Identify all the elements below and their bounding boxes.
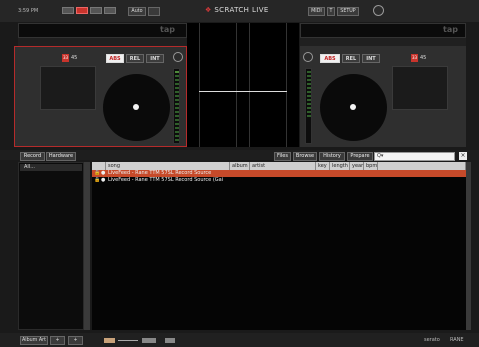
lock-icon: 🔒: [94, 177, 101, 183]
list-view-icon[interactable]: [165, 338, 175, 343]
left-deck-number: 33: [62, 54, 69, 62]
zoom-slider[interactable]: [118, 340, 138, 341]
crate-sidebar: All...: [18, 162, 84, 330]
col-empty: [378, 162, 466, 170]
col-bpm[interactable]: bpm: [364, 162, 378, 170]
status-dot-icon: ●: [101, 170, 106, 176]
lock-icon: 🔒: [94, 170, 101, 176]
waveform-panel: [187, 23, 299, 147]
right-tap-label[interactable]: tap: [443, 25, 458, 34]
zoom-icon[interactable]: [104, 338, 115, 343]
midi-button[interactable]: MIDI: [308, 7, 325, 16]
t-button[interactable]: T: [327, 7, 335, 16]
col-song[interactable]: song: [106, 162, 230, 170]
col-length[interactable]: length: [330, 162, 350, 170]
view-mode-icon[interactable]: [142, 338, 156, 343]
table-row[interactable]: 🔒 ● LiveFeed - Rane TTM 57SL Record Sour…: [92, 177, 466, 184]
left-gain-knob[interactable]: [173, 52, 183, 62]
right-cue-panel: [392, 66, 448, 110]
left-bpm: 45: [71, 55, 78, 61]
close-icon[interactable]: ×: [459, 152, 467, 160]
left-tap-label[interactable]: tap: [160, 25, 175, 34]
center-line: [199, 91, 287, 92]
sidebar-scrollbar[interactable]: [84, 162, 90, 330]
add-subcrate-button[interactable]: +: [68, 336, 83, 345]
col-key[interactable]: key: [316, 162, 330, 170]
status-dot-icon: ●: [101, 177, 106, 183]
left-overview: [18, 38, 187, 46]
view-button-3[interactable]: [90, 7, 102, 14]
logo-suffix: LIVE: [251, 6, 269, 14]
browse-tab[interactable]: Browse: [293, 152, 317, 161]
serato-logo: serato: [424, 337, 440, 343]
col-artist[interactable]: artist: [250, 162, 316, 170]
album-art-button[interactable]: Album Art: [20, 336, 48, 345]
right-gain-knob[interactable]: [303, 52, 313, 62]
right-bpm: 45: [420, 55, 427, 61]
view-button-4[interactable]: [104, 7, 116, 14]
auto-options-button[interactable]: [148, 7, 160, 16]
add-crate-button[interactable]: +: [50, 336, 65, 345]
hardware-tab[interactable]: Hardware: [46, 152, 76, 161]
view-button-1[interactable]: [62, 7, 74, 14]
table-scrollbar[interactable]: [466, 162, 471, 330]
col-album[interactable]: album: [230, 162, 250, 170]
setup-button[interactable]: SETUP: [337, 7, 359, 16]
view-button-2[interactable]: [76, 7, 88, 14]
row-song: LiveFeed - Rane TTM 57SL Record Source: [108, 170, 212, 176]
col-status[interactable]: [92, 162, 106, 170]
left-cue-panel: [40, 66, 96, 110]
files-tab[interactable]: Files: [274, 152, 291, 161]
crate-all[interactable]: All...: [20, 164, 82, 171]
rane-logo: RANE: [450, 337, 464, 343]
right-deck-number: 33: [411, 54, 418, 62]
right-level-meter: [305, 68, 312, 144]
left-level-meter: [173, 68, 180, 144]
auto-button[interactable]: Auto: [128, 7, 146, 16]
prepare-tab[interactable]: Prepare: [347, 152, 373, 161]
table-row[interactable]: 🔒 ● LiveFeed - Rane TTM 57SL Record Sour…: [92, 170, 466, 177]
history-tab[interactable]: History: [319, 152, 345, 161]
right-abs-button[interactable]: ABS: [320, 54, 340, 63]
left-abs-button[interactable]: ABS: [106, 54, 124, 63]
left-platter-marker: [133, 104, 139, 110]
right-waveform-strip: [300, 23, 466, 38]
right-rel-button[interactable]: REL: [342, 54, 360, 63]
right-platter-marker: [350, 104, 356, 110]
left-int-button[interactable]: INT: [146, 54, 164, 63]
right-int-button[interactable]: INT: [362, 54, 380, 63]
right-overview: [300, 38, 466, 46]
row-song: LiveFeed - Rane TTM 57SL Record Source (…: [108, 177, 224, 183]
logo-mark-icon: ❖: [205, 6, 212, 14]
app-logo: ❖ SCRATCH LIVE: [205, 6, 269, 14]
search-input[interactable]: Q▾: [374, 152, 455, 161]
master-volume-knob[interactable]: [373, 5, 384, 16]
col-year[interactable]: year: [350, 162, 364, 170]
clock: 3:59 PM: [18, 8, 39, 14]
logo-text: SCRATCH: [214, 6, 250, 14]
track-table: song album artist key length year bpm 🔒 …: [92, 162, 466, 330]
record-tab[interactable]: Record: [20, 152, 45, 161]
left-rel-button[interactable]: REL: [126, 54, 144, 63]
